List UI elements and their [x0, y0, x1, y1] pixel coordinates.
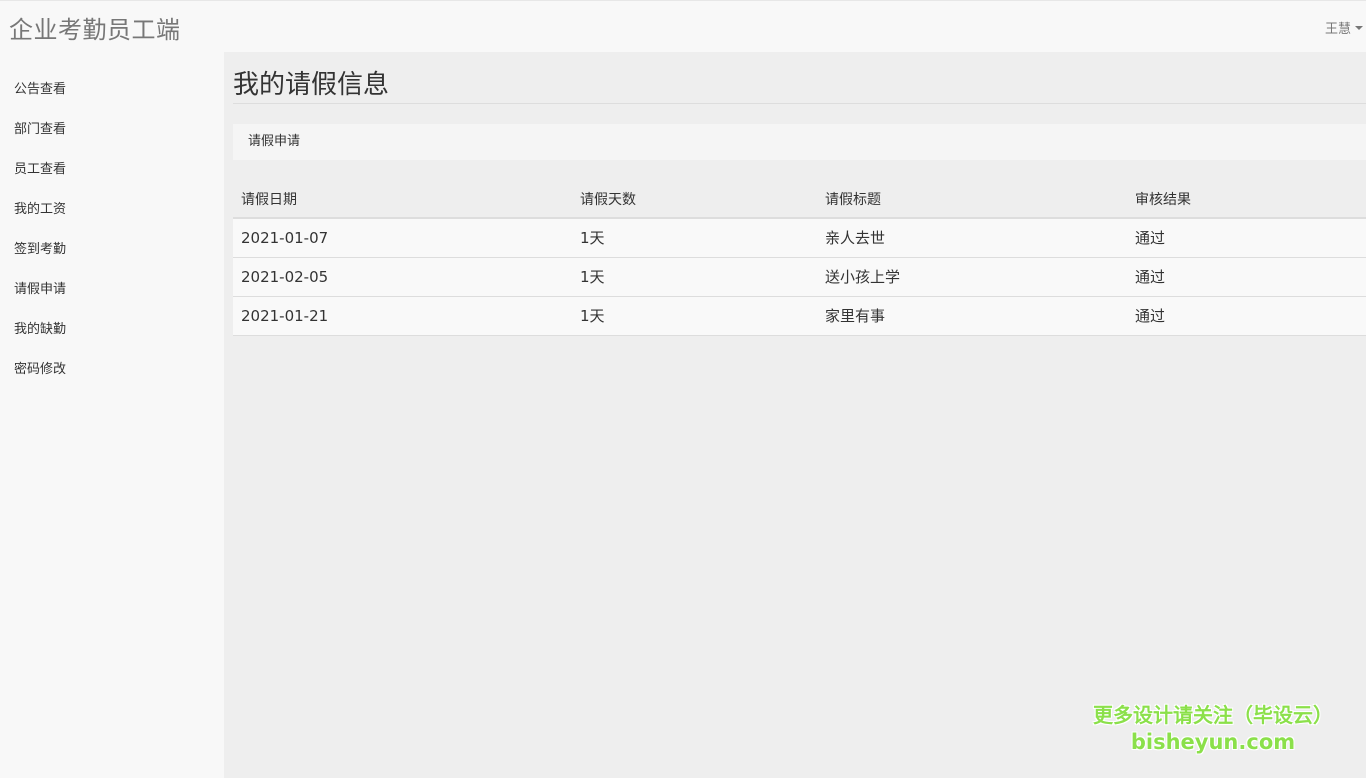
cell-date: 2021-01-21 [233, 296, 572, 336]
cell-days: 1天 [572, 218, 817, 258]
cell-days: 1天 [572, 296, 817, 336]
sidebar: 公告查看 部门查看 员工查看 我的工资 签到考勤 请假申请 我的缺勤 密码修改 [0, 52, 224, 778]
column-header-title: 请假标题 [817, 180, 1127, 219]
sidebar-item-notice[interactable]: 公告查看 [0, 70, 224, 110]
title-divider [233, 103, 1366, 104]
caret-down-icon [1355, 25, 1363, 30]
watermark-line-2: bisheyun.com [1130, 730, 1296, 754]
table-row: 2021-02-05 1天 送小孩上学 通过 [233, 257, 1366, 297]
sidebar-item-attendance[interactable]: 签到考勤 [0, 230, 224, 270]
cell-result: 通过 [1127, 296, 1366, 336]
sidebar-item-salary[interactable]: 我的工资 [0, 190, 224, 230]
leave-table-container: 请假日期 请假天数 请假标题 审核结果 2021-01-07 1天 亲人去世 通… [233, 180, 1366, 336]
cell-title: 送小孩上学 [817, 257, 1127, 297]
column-header-days: 请假天数 [572, 180, 817, 219]
column-header-date: 请假日期 [233, 180, 572, 219]
cell-date: 2021-02-05 [233, 257, 572, 297]
sidebar-item-absence[interactable]: 我的缺勤 [0, 310, 224, 350]
cell-days: 1天 [572, 257, 817, 297]
watermark-line-1: 更多设计请关注（毕设云） [1093, 703, 1333, 727]
cell-title: 家里有事 [817, 296, 1127, 336]
top-navbar: 企业考勤员工端 王慧 [0, 0, 1366, 52]
breadcrumb-leave-apply-link[interactable]: 请假申请 [248, 134, 300, 149]
sidebar-item-password[interactable]: 密码修改 [0, 350, 224, 390]
leave-table: 请假日期 请假天数 请假标题 审核结果 2021-01-07 1天 亲人去世 通… [233, 180, 1366, 336]
sidebar-item-leave-apply[interactable]: 请假申请 [0, 270, 224, 310]
user-name: 王慧 [1324, 22, 1351, 37]
app-title[interactable]: 企业考勤员工端 [9, 10, 181, 45]
table-row: 2021-01-07 1天 亲人去世 通过 [233, 218, 1366, 258]
column-header-result: 审核结果 [1127, 180, 1366, 219]
main-content: 我的请假信息 请假申请 请假日期 请假天数 请假标题 审核结果 2021-01-… [224, 52, 1366, 778]
cell-title: 亲人去世 [817, 218, 1127, 258]
table-row: 2021-01-21 1天 家里有事 通过 [233, 296, 1366, 336]
cell-date: 2021-01-07 [233, 218, 572, 258]
sidebar-item-department[interactable]: 部门查看 [0, 110, 224, 150]
breadcrumb: 请假申请 [233, 124, 1366, 160]
sidebar-menu: 公告查看 部门查看 员工查看 我的工资 签到考勤 请假申请 我的缺勤 密码修改 [0, 52, 224, 390]
cell-result: 通过 [1127, 218, 1366, 258]
page-title: 我的请假信息 [233, 70, 390, 100]
sidebar-item-employee[interactable]: 员工查看 [0, 150, 224, 190]
watermark: 更多设计请关注（毕设云） bisheyun.com [1083, 702, 1343, 756]
user-dropdown[interactable]: 王慧 [1325, 18, 1363, 37]
table-header-row: 请假日期 请假天数 请假标题 审核结果 [233, 180, 1366, 219]
cell-result: 通过 [1127, 257, 1366, 297]
